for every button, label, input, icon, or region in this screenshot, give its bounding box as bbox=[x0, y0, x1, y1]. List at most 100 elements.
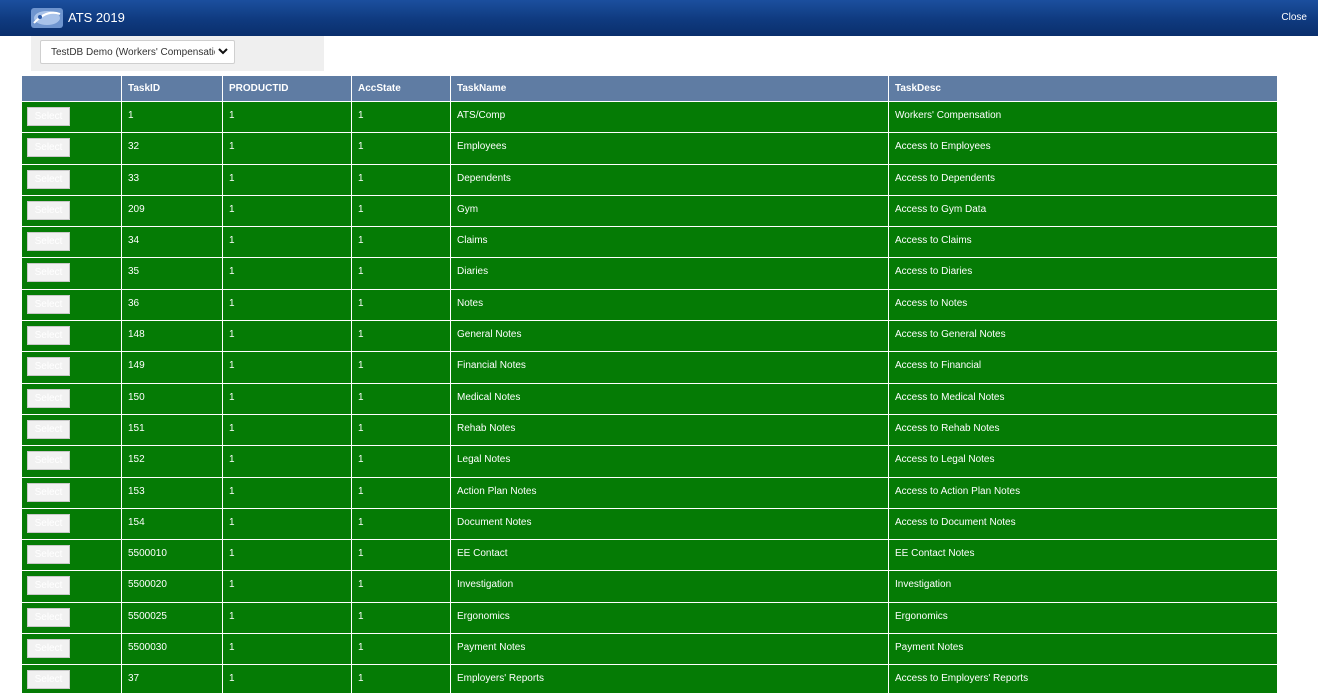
cell-accstate: 1 bbox=[351, 601, 451, 635]
cell-taskdesc: Investigation bbox=[888, 570, 1278, 603]
cell-accstate: 1 bbox=[351, 413, 451, 447]
cell-productid: 1 bbox=[222, 476, 352, 509]
cell-productid: 1 bbox=[222, 132, 352, 165]
cell-taskname: Employees bbox=[450, 132, 889, 165]
table-row: Select 34 1 1 Claims Access to Claims bbox=[21, 226, 1278, 259]
database-panel: TestDB Demo (Workers' Compensation) bbox=[31, 36, 324, 71]
cell-accstate: 1 bbox=[351, 570, 451, 603]
cell-taskdesc: Access to Rehab Notes bbox=[888, 413, 1278, 447]
cell-productid: 1 bbox=[222, 163, 352, 196]
cell-taskid: 5500020 bbox=[121, 570, 223, 603]
cell-taskdesc: EE Contact Notes bbox=[888, 539, 1278, 572]
cell-taskname: General Notes bbox=[450, 320, 889, 353]
cell-accstate: 1 bbox=[351, 132, 451, 165]
select-button[interactable]: Select bbox=[27, 451, 70, 471]
cell-productid: 1 bbox=[222, 100, 352, 134]
select-button[interactable]: Select bbox=[27, 419, 70, 439]
cell-accstate: 1 bbox=[351, 633, 451, 666]
select-button[interactable]: Select bbox=[27, 107, 70, 126]
cell-taskdesc: Access to Financial bbox=[888, 351, 1278, 384]
ats-logo-icon bbox=[31, 8, 63, 28]
select-button[interactable]: Select bbox=[27, 232, 70, 252]
cell-taskdesc: Access to Gym Data bbox=[888, 194, 1278, 228]
cell-taskid: 5500030 bbox=[121, 633, 223, 666]
app-header: ATS 2019 Close bbox=[0, 0, 1318, 36]
cell-productid: 1 bbox=[222, 257, 352, 290]
cell-productid: 1 bbox=[222, 288, 352, 322]
select-button[interactable]: Select bbox=[27, 326, 70, 346]
table-row: Select 153 1 1 Action Plan Notes Access … bbox=[21, 476, 1278, 509]
cell-accstate: 1 bbox=[351, 100, 451, 134]
cell-taskname: Payment Notes bbox=[450, 633, 889, 666]
cell-taskname: Medical Notes bbox=[450, 382, 889, 415]
cell-taskid: 35 bbox=[121, 257, 223, 290]
table-row: Select 36 1 1 Notes Access to Notes bbox=[21, 288, 1278, 322]
database-select-value: TestDB Demo (Workers' Compensation) bbox=[51, 47, 215, 58]
select-button[interactable]: Select bbox=[27, 607, 70, 627]
table-row: Select 148 1 1 General Notes Access to G… bbox=[21, 320, 1278, 353]
cell-taskdesc: Access to Claims bbox=[888, 226, 1278, 259]
cell-taskname: Investigation bbox=[450, 570, 889, 603]
cell-taskid: 153 bbox=[121, 476, 223, 509]
cell-accstate: 1 bbox=[351, 382, 451, 415]
col-header-select bbox=[21, 75, 122, 102]
cell-taskid: 33 bbox=[121, 163, 223, 196]
select-button[interactable]: Select bbox=[27, 670, 70, 690]
select-button[interactable]: Select bbox=[27, 482, 70, 502]
select-button[interactable]: Select bbox=[27, 169, 70, 189]
cell-taskid: 37 bbox=[121, 664, 223, 693]
cell-accstate: 1 bbox=[351, 288, 451, 322]
cell-taskid: 152 bbox=[121, 445, 223, 478]
cell-taskid: 209 bbox=[121, 194, 223, 228]
select-button[interactable]: Select bbox=[27, 263, 70, 283]
cell-taskname: Diaries bbox=[450, 257, 889, 290]
cell-taskname: Ergonomics bbox=[450, 601, 889, 635]
cell-taskid: 151 bbox=[121, 413, 223, 447]
col-header-taskname: TaskName bbox=[450, 75, 889, 102]
cell-taskname: Employers' Reports bbox=[450, 664, 889, 693]
table-row: Select 33 1 1 Dependents Access to Depen… bbox=[21, 163, 1278, 196]
cell-productid: 1 bbox=[222, 445, 352, 478]
select-button[interactable]: Select bbox=[27, 576, 70, 596]
cell-taskdesc: Access to Action Plan Notes bbox=[888, 476, 1278, 509]
cell-taskid: 150 bbox=[121, 382, 223, 415]
select-button[interactable]: Select bbox=[27, 639, 70, 659]
cell-accstate: 1 bbox=[351, 476, 451, 509]
col-header-taskdesc: TaskDesc bbox=[888, 75, 1278, 102]
cell-taskdesc: Access to Document Notes bbox=[888, 507, 1278, 541]
chevron-down-icon bbox=[218, 48, 228, 55]
cell-productid: 1 bbox=[222, 382, 352, 415]
select-button[interactable]: Select bbox=[27, 200, 70, 220]
cell-accstate: 1 bbox=[351, 445, 451, 478]
cell-productid: 1 bbox=[222, 664, 352, 693]
table-row: Select 152 1 1 Legal Notes Access to Leg… bbox=[21, 445, 1278, 478]
cell-taskdesc: Access to Notes bbox=[888, 288, 1278, 322]
app-title: ATS 2019 bbox=[68, 10, 125, 25]
cell-taskid: 149 bbox=[121, 351, 223, 384]
close-link[interactable]: Close bbox=[1281, 12, 1307, 23]
cell-taskid: 5500025 bbox=[121, 601, 223, 635]
table-row: Select 35 1 1 Diaries Access to Diaries bbox=[21, 257, 1278, 290]
cell-taskname: ATS/Comp bbox=[450, 100, 889, 134]
select-button[interactable]: Select bbox=[27, 357, 70, 377]
table-row: Select 209 1 1 Gym Access to Gym Data bbox=[21, 194, 1278, 228]
database-select[interactable]: TestDB Demo (Workers' Compensation) bbox=[40, 40, 235, 64]
select-button[interactable]: Select bbox=[27, 513, 70, 533]
table-row: Select 37 1 1 Employers' Reports Access … bbox=[21, 664, 1278, 693]
table-row: Select 32 1 1 Employees Access to Employ… bbox=[21, 132, 1278, 165]
select-button[interactable]: Select bbox=[27, 138, 70, 158]
cell-taskname: Financial Notes bbox=[450, 351, 889, 384]
select-button[interactable]: Select bbox=[27, 294, 70, 314]
table-row: Select 5500010 1 1 EE Contact EE Contact… bbox=[21, 539, 1278, 572]
cell-taskdesc: Ergonomics bbox=[888, 601, 1278, 635]
cell-accstate: 1 bbox=[351, 163, 451, 196]
cell-productid: 1 bbox=[222, 413, 352, 447]
cell-taskname: Rehab Notes bbox=[450, 413, 889, 447]
select-button[interactable]: Select bbox=[27, 545, 70, 565]
cell-accstate: 1 bbox=[351, 351, 451, 384]
cell-taskname: Dependents bbox=[450, 163, 889, 196]
cell-taskdesc: Access to Medical Notes bbox=[888, 382, 1278, 415]
select-button[interactable]: Select bbox=[27, 388, 70, 408]
cell-taskname: Notes bbox=[450, 288, 889, 322]
cell-productid: 1 bbox=[222, 226, 352, 259]
